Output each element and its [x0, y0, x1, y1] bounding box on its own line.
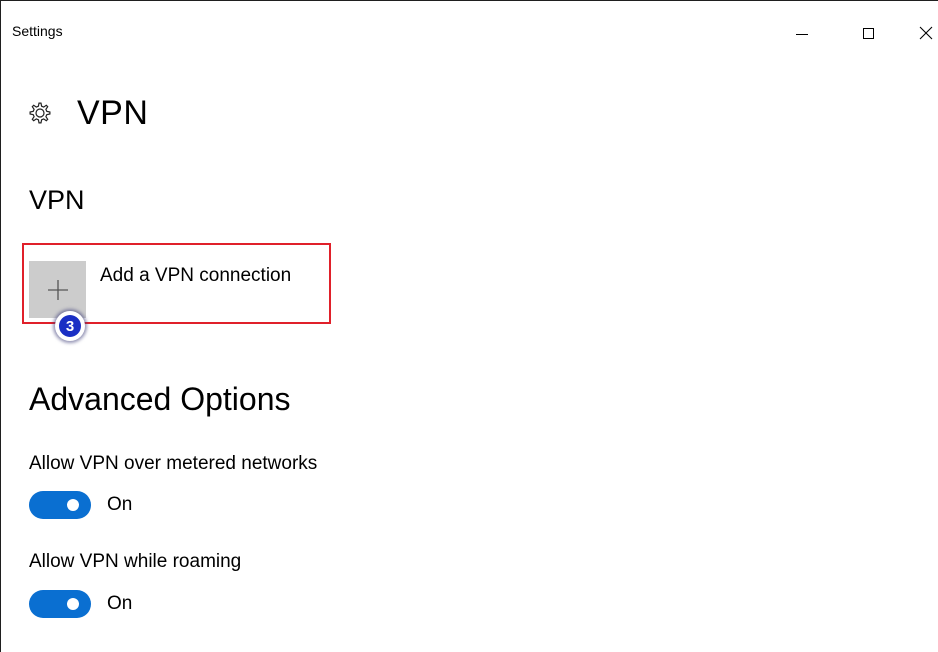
settings-window: Settings VPN VPN Add a VPN connection 3 …	[0, 0, 938, 652]
step-badge: 3	[55, 311, 85, 341]
toggle-knob	[67, 598, 79, 610]
minimize-icon	[796, 33, 808, 35]
title-bar: Settings	[1, 1, 938, 63]
close-icon	[919, 26, 933, 40]
metered-networks-toggle-row[interactable]: On	[29, 491, 132, 519]
toggle-knob	[67, 499, 79, 511]
add-vpn-connection-label: Add a VPN connection	[100, 265, 292, 286]
step-badge-number: 3	[59, 315, 81, 337]
minimize-button[interactable]	[779, 13, 825, 53]
roaming-toggle[interactable]	[29, 590, 91, 618]
vpn-section-title: VPN	[29, 185, 85, 215]
page-header: VPN	[27, 93, 148, 133]
maximize-button[interactable]	[845, 13, 891, 53]
maximize-icon	[862, 27, 874, 39]
roaming-label: Allow VPN while roaming	[29, 551, 242, 572]
gear-icon	[29, 102, 51, 124]
metered-networks-label: Allow VPN over metered networks	[29, 453, 318, 474]
add-tile[interactable]	[29, 261, 86, 318]
roaming-state: On	[107, 593, 133, 614]
metered-networks-state: On	[107, 494, 133, 515]
add-vpn-connection-button[interactable]: Add a VPN connection	[29, 261, 291, 318]
page-title: VPN	[77, 93, 149, 132]
window-title: Settings	[12, 23, 63, 39]
metered-networks-toggle[interactable]	[29, 491, 91, 519]
plus-icon	[47, 279, 68, 300]
advanced-options-title: Advanced Options	[29, 381, 291, 417]
roaming-toggle-row[interactable]: On	[29, 590, 132, 618]
close-button[interactable]	[903, 13, 938, 53]
